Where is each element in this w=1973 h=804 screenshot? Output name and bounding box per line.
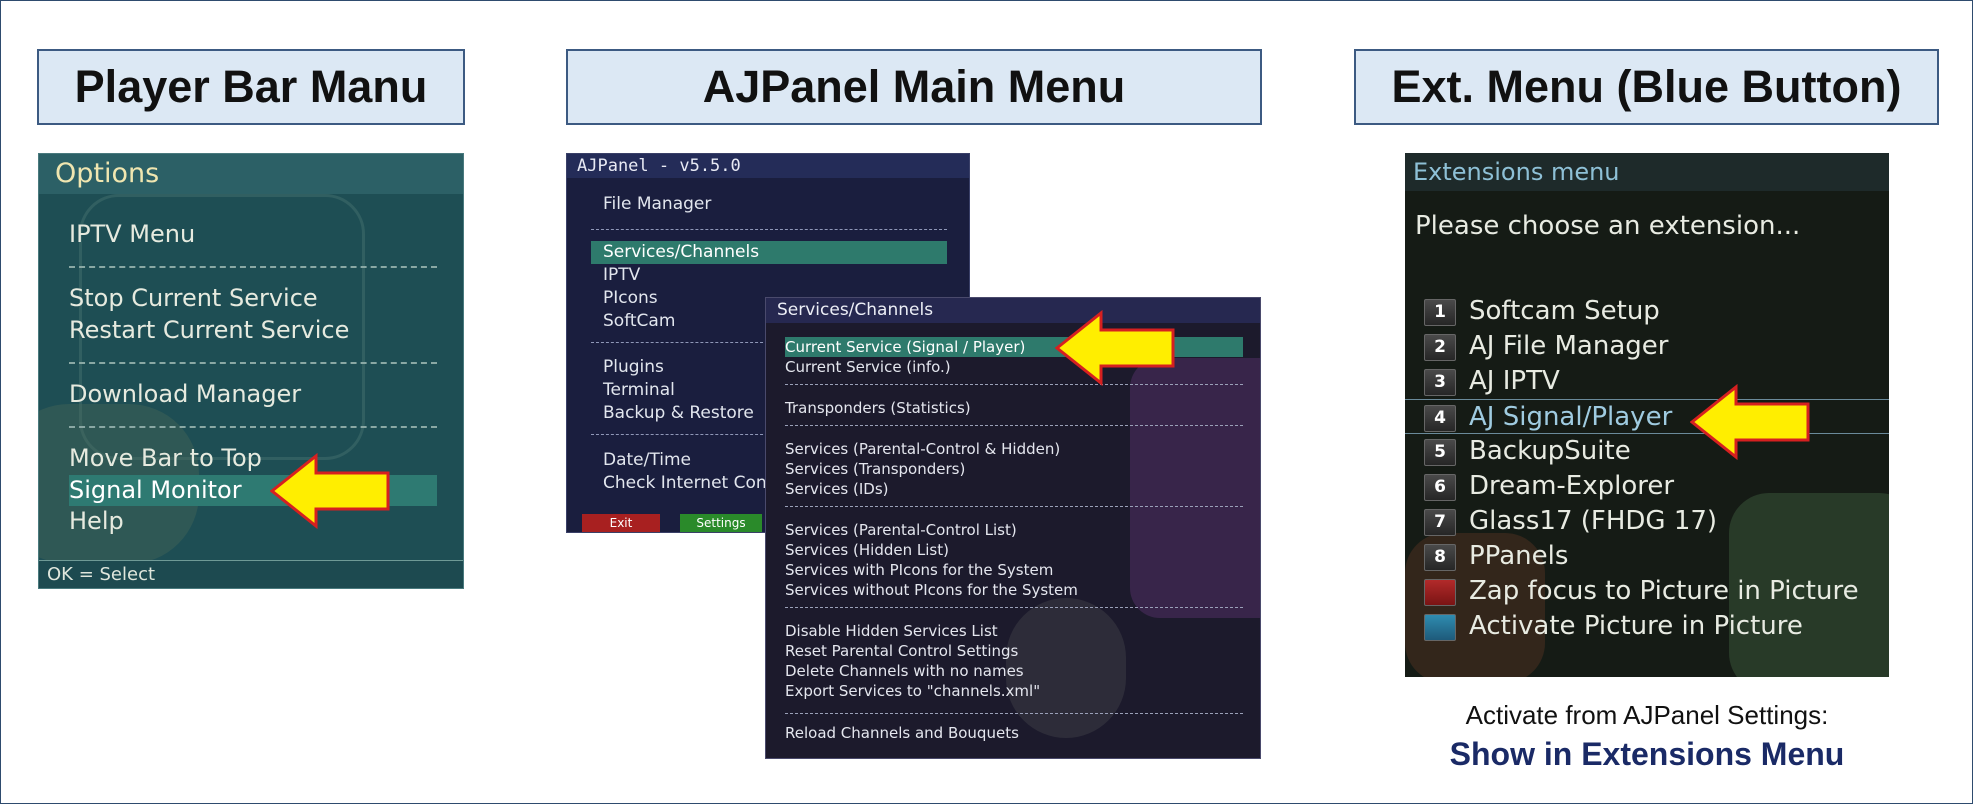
- ext-item-softcam-setup[interactable]: 1 Softcam Setup: [1405, 294, 1889, 329]
- ext-item-label: BackupSuite: [1469, 436, 1631, 466]
- ext-item-aj-signal-player[interactable]: 4 AJ Signal/Player: [1405, 399, 1889, 434]
- arrow-left-icon: [1055, 310, 1175, 386]
- exit-button[interactable]: Exit: [582, 514, 660, 532]
- extensions-menu-window: Extensions menu Please choose an extensi…: [1405, 153, 1889, 677]
- key-1-badge: 1: [1424, 299, 1456, 326]
- options-footer: OK = Select: [39, 560, 463, 588]
- ext-item-dream-explorer[interactable]: 6 Dream-Explorer: [1405, 469, 1889, 504]
- ext-item-label: Activate Picture in Picture: [1469, 611, 1803, 641]
- separator: [785, 713, 1243, 714]
- menu-item-disable-hidden-services[interactable]: Disable Hidden Services List: [785, 621, 1243, 641]
- caption-activate: Activate from AJPanel Settings:: [1465, 700, 1829, 730]
- menu-item-delete-channels-no-names[interactable]: Delete Channels with no names: [785, 661, 1243, 681]
- menu-item-services-without-picons[interactable]: Services without PIcons for the System: [785, 580, 1243, 600]
- header-player-bar: Player Bar Manu: [37, 49, 465, 125]
- separator: [785, 607, 1243, 608]
- ext-item-backupsuite[interactable]: 5 BackupSuite: [1405, 434, 1889, 469]
- separator: [69, 266, 437, 268]
- separator: [69, 362, 437, 364]
- separator: [591, 229, 947, 230]
- key-7-badge: 7: [1424, 509, 1456, 536]
- header-ext-menu: Ext. Menu (Blue Button): [1354, 49, 1939, 125]
- key-6-badge: 6: [1424, 474, 1456, 501]
- menu-item-reset-parental-control[interactable]: Reset Parental Control Settings: [785, 641, 1243, 661]
- ajpanel-title: AJPanel - v5.5.0: [567, 154, 969, 178]
- caption-show-in-extensions: Show in Extensions Menu: [1449, 736, 1845, 772]
- menu-item-services-hidden-list[interactable]: Services (Hidden List): [785, 540, 1243, 560]
- arrow-left-icon: [1690, 384, 1810, 460]
- ext-item-label: Glass17 (FHDG 17): [1469, 506, 1718, 536]
- menu-item-download-manager[interactable]: Download Manager: [69, 379, 437, 410]
- ext-item-zap-focus-pip[interactable]: Zap focus to Picture in Picture: [1405, 574, 1889, 609]
- settings-button[interactable]: Settings: [680, 514, 762, 532]
- menu-item-restart-current-service[interactable]: Restart Current Service: [69, 315, 437, 346]
- key-3-badge: 3: [1424, 369, 1456, 396]
- header-ajpanel-main: AJPanel Main Menu: [566, 49, 1262, 125]
- menu-item-services-transponders[interactable]: Services (Transponders): [785, 459, 1243, 479]
- services-channels-window: Services/Channels Current Service (Signa…: [765, 297, 1261, 759]
- ext-item-label: AJ File Manager: [1469, 331, 1669, 361]
- ext-item-label: AJ Signal/Player: [1469, 402, 1673, 432]
- ext-item-label: AJ IPTV: [1469, 366, 1560, 396]
- ext-item-label: PPanels: [1469, 541, 1569, 571]
- separator: [785, 506, 1243, 507]
- red-key-icon: [1424, 579, 1456, 606]
- ext-item-label: Softcam Setup: [1469, 296, 1660, 326]
- separator: [69, 426, 437, 428]
- ext-item-glass17[interactable]: 7 Glass17 (FHDG 17): [1405, 504, 1889, 539]
- menu-item-services-parental-list[interactable]: Services (Parental-Control List): [785, 520, 1243, 540]
- menu-item-iptv[interactable]: IPTV: [591, 264, 947, 287]
- menu-item-transponders-statistics[interactable]: Transponders (Statistics): [785, 398, 1243, 418]
- key-2-badge: 2: [1424, 334, 1456, 361]
- key-8-badge: 8: [1424, 544, 1456, 571]
- menu-item-services-with-picons[interactable]: Services with PIcons for the System: [785, 560, 1243, 580]
- options-title: Options: [39, 154, 463, 194]
- ext-item-aj-iptv[interactable]: 3 AJ IPTV: [1405, 364, 1889, 399]
- menu-item-file-manager[interactable]: File Manager: [591, 193, 947, 216]
- menu-item-reload-channels[interactable]: Reload Channels and Bouquets: [785, 723, 1243, 743]
- ext-item-ppanels[interactable]: 8 PPanels: [1405, 539, 1889, 574]
- menu-item-export-services[interactable]: Export Services to "channels.xml": [785, 681, 1243, 701]
- menu-item-iptv-menu[interactable]: IPTV Menu: [69, 219, 437, 250]
- ext-item-activate-pip[interactable]: Activate Picture in Picture: [1405, 609, 1889, 644]
- arrow-left-icon: [270, 453, 390, 529]
- extensions-title: Extensions menu: [1405, 153, 1889, 191]
- services-channels-title: Services/Channels: [766, 298, 1260, 323]
- extensions-subtitle: Please choose an extension...: [1415, 211, 1801, 241]
- blue-key-icon: [1424, 614, 1456, 641]
- separator: [785, 425, 1243, 426]
- ext-item-aj-file-manager[interactable]: 2 AJ File Manager: [1405, 329, 1889, 364]
- menu-item-stop-current-service[interactable]: Stop Current Service: [69, 283, 437, 314]
- ext-item-label: Dream-Explorer: [1469, 471, 1675, 501]
- key-5-badge: 5: [1424, 439, 1456, 466]
- key-4-badge: 4: [1424, 405, 1456, 432]
- menu-item-services-channels[interactable]: Services/Channels: [591, 241, 947, 264]
- options-panel: Options IPTV Menu Stop Current Service R…: [38, 153, 464, 589]
- menu-item-services-ids[interactable]: Services (IDs): [785, 479, 1243, 499]
- ext-item-label: Zap focus to Picture in Picture: [1469, 576, 1859, 606]
- menu-item-services-parental-hidden[interactable]: Services (Parental-Control & Hidden): [785, 439, 1243, 459]
